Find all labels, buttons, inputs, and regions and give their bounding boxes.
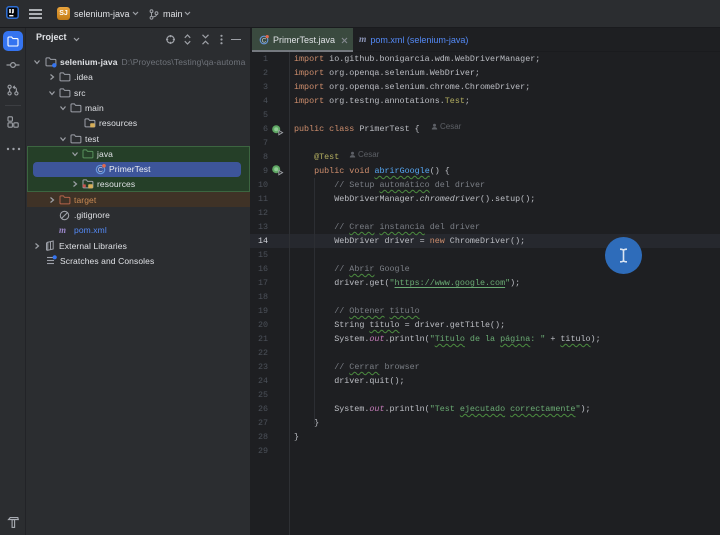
svg-text:C: C: [262, 37, 267, 44]
svg-text:C: C: [98, 167, 103, 174]
